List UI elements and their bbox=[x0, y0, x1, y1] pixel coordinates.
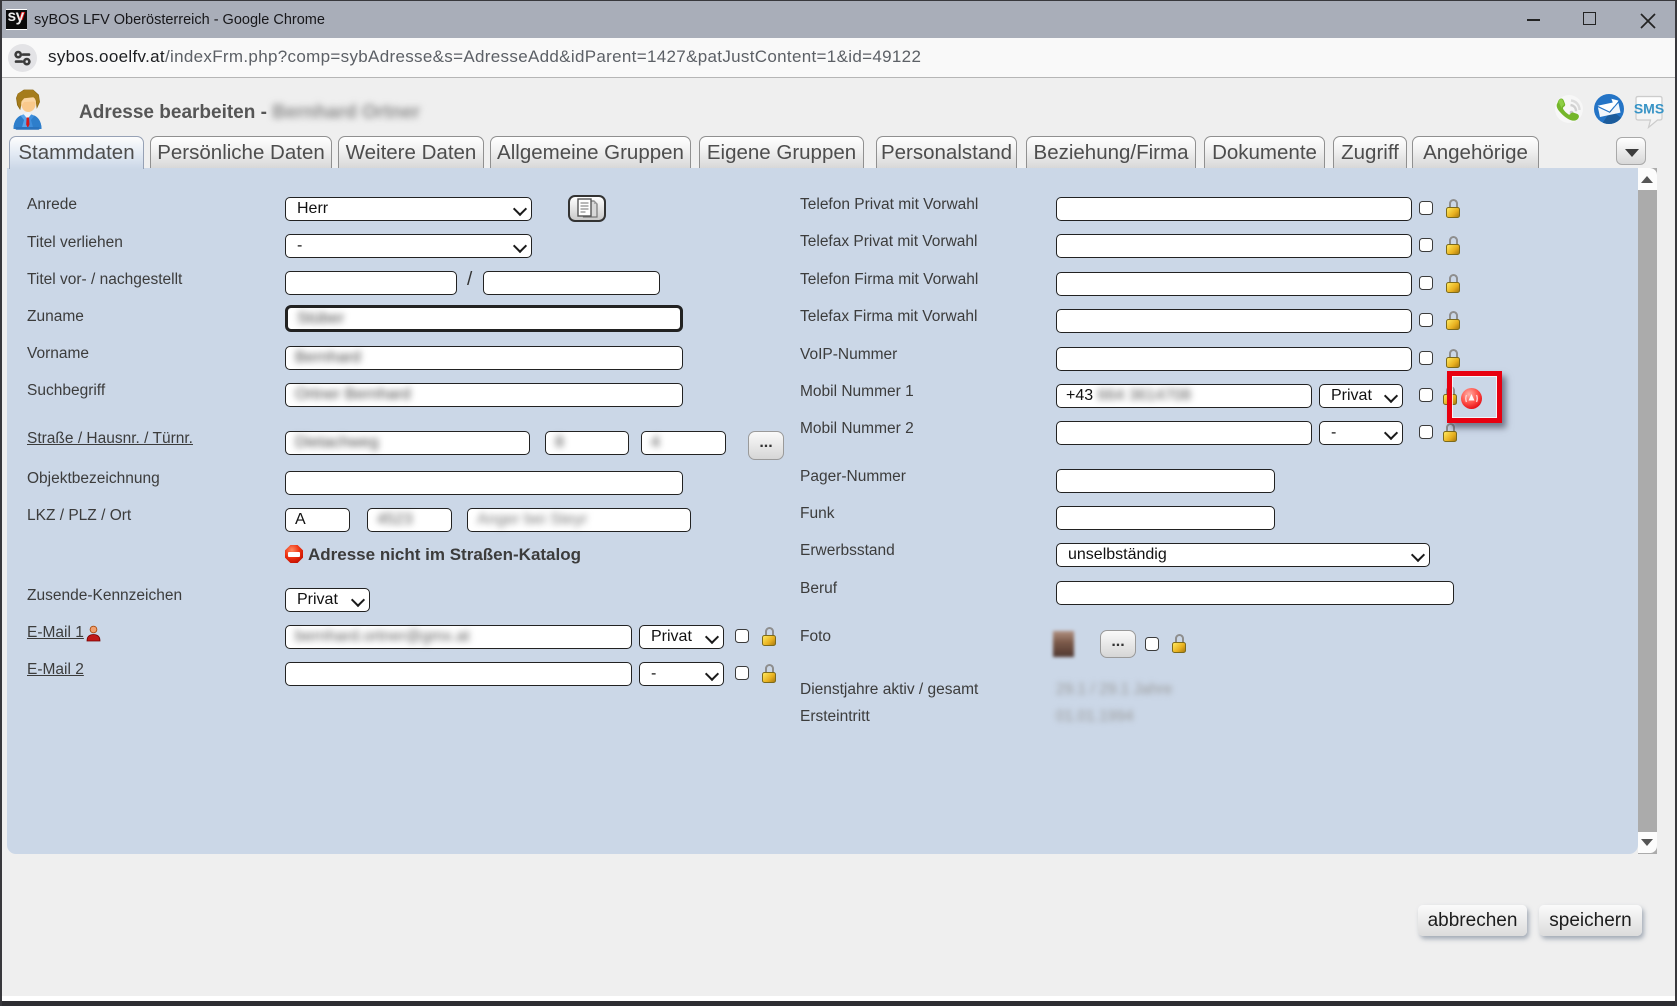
svg-text:SMS: SMS bbox=[1634, 101, 1664, 117]
